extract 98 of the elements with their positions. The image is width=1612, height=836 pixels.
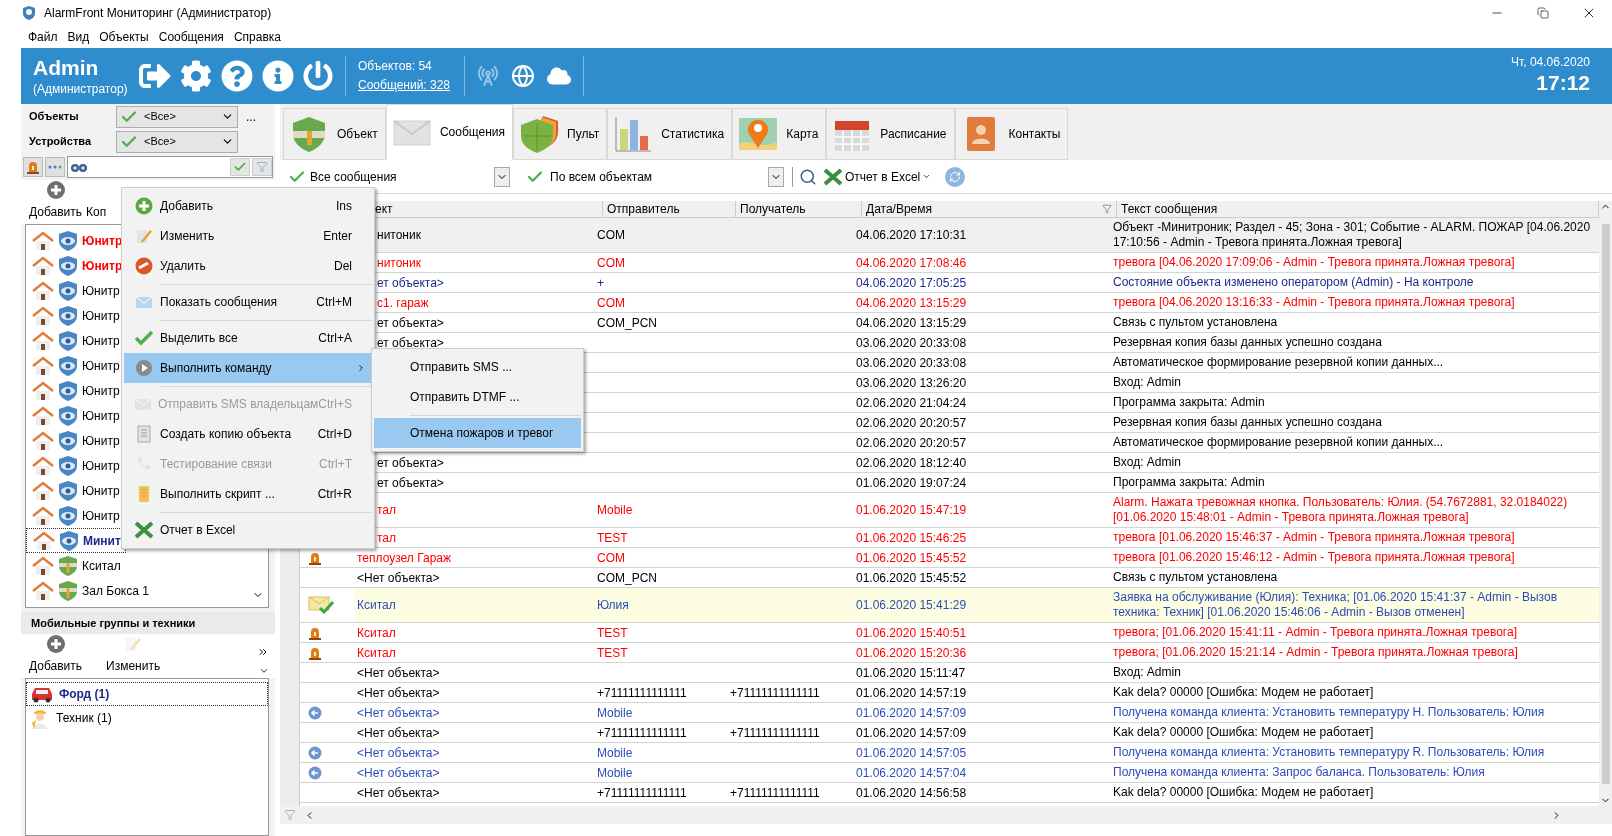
- object-cell-text: <Нет объекта>: [357, 684, 440, 702]
- object-cell-text: <Нет объекта>: [357, 744, 440, 762]
- menu-item[interactable]: Выделить все Ctrl+A: [124, 323, 372, 353]
- object-cell-text: <Нет объекта>: [357, 664, 440, 682]
- object-cell-text: ет объекта>: [377, 274, 444, 292]
- menu-item[interactable]: Создать копию объекта Ctrl+D: [124, 419, 372, 449]
- object-item[interactable]: Юнитр: [26, 378, 124, 403]
- message-cell: Автоматическое формирование резервной копии данных...: [1107, 433, 1599, 453]
- sender-cell: Юлия: [593, 588, 726, 623]
- object-item[interactable]: Юнитр: [26, 353, 124, 378]
- object-item[interactable]: Юнитр: [26, 228, 127, 253]
- object-cell-text: <Нет объекта>: [357, 764, 440, 782]
- message-cell: Автоматическое формирование резервной копии данных...: [1107, 353, 1599, 373]
- mobile-item[interactable]: Техник (1): [26, 706, 268, 730]
- message-filter-dropdown[interactable]: Все сообщения: [288, 165, 510, 188]
- message-cell: Получена команда клиента: Запрос баланса. Пользователь: Юлия: [1107, 763, 1599, 783]
- copy-button[interactable]: Коп: [86, 203, 107, 221]
- message-cell: Kak dela? 00000 [Ошибка: Модем не работает]: [1107, 723, 1599, 743]
- sender-cell: COM: [593, 218, 726, 253]
- message-cell: Kak dela? 00000 [Ошибка: Модем не работает]: [1107, 683, 1599, 703]
- filter-label: Устройства: [28, 134, 93, 150]
- message-cell: Объект -Минитроник; Раздел - 45; Зона - 301; Событие - ALARM. ПОЖАР [04.06.2020 17:10:56 - Admin - Тревога принята.Ложная тревога]: [1107, 218, 1599, 253]
- edit-button[interactable]: Изменить: [106, 634, 161, 675]
- menu-item[interactable]: Файл: [24, 28, 62, 46]
- object-item[interactable]: Юнитр: [26, 253, 127, 278]
- menu-item[interactable]: Вид: [63, 28, 94, 46]
- menu-item[interactable]: Сообщения: [154, 28, 228, 46]
- datetime-cell: 04.06.2020 17:10:31: [852, 218, 1107, 253]
- filter-label: Объекты: [28, 109, 80, 125]
- object-item[interactable]: Юнитр: [26, 503, 124, 528]
- object-cell-text: тал: [377, 529, 397, 547]
- tab[interactable]: Объект: [283, 108, 386, 160]
- object-item[interactable]: Юнитр: [26, 428, 124, 453]
- excel-report-button[interactable]: Отчет в Excel: [823, 166, 932, 187]
- object-cell-text: ет объекта>: [377, 454, 444, 472]
- objects-count: Объектов: 54: [358, 58, 433, 75]
- menu-item[interactable]: Объекты: [95, 28, 153, 46]
- menu-item[interactable]: Отчет в Excel: [124, 515, 372, 545]
- object-cell-text: теплоузел Гараж: [357, 549, 452, 567]
- menu-item[interactable]: Изменить Enter: [124, 221, 372, 251]
- tab[interactable]: Статистика: [607, 108, 733, 160]
- object-item[interactable]: Юнитр: [26, 278, 124, 303]
- menu-item[interactable]: Показать сообщения Ctrl+M: [124, 287, 372, 317]
- user-role: (Администратор): [33, 81, 129, 97]
- object-item[interactable]: Юнитр: [26, 303, 124, 328]
- object-cell-text: <Нет объекта>: [357, 569, 440, 587]
- menu-item[interactable]: Выполнить команду: [124, 353, 372, 383]
- menu-item[interactable]: Отправить DTMF ...: [374, 382, 581, 412]
- object-cell-text: <Нет объекта>: [357, 784, 440, 802]
- more-button[interactable]: ...: [246, 107, 256, 126]
- window-title: AlarmFront Мониторинг (Администратор): [44, 5, 272, 22]
- header-time: 17:12: [1536, 70, 1590, 97]
- object-item[interactable]: Юнитр: [26, 478, 124, 503]
- object-item[interactable]: Юнитр: [26, 403, 124, 428]
- tab[interactable]: Расписание: [826, 108, 955, 160]
- object-cell-text: <Нет объекта>: [357, 704, 440, 722]
- message-cell: Состояние объекта изменено оператором (Admin) - На контроле: [1107, 273, 1599, 293]
- header-date: Чт, 04.06.2020: [1511, 55, 1590, 71]
- section-title: Мобильные группы и техники: [31, 615, 196, 631]
- object-filter-dropdown[interactable]: По всем объектам: [526, 165, 784, 188]
- object-cell-text: нитоник: [377, 254, 421, 272]
- add-button[interactable]: Добавить: [29, 180, 83, 221]
- menu-item[interactable]: Отправить SMS ...: [374, 352, 581, 382]
- menu-item[interactable]: Справка: [229, 28, 285, 46]
- object-cell-text: <Нет объекта>: [357, 724, 440, 742]
- message-cell: Заявка на обслуживание (Юлия): Техника; [01.06.2020 15:41:37 - Admin - Вызов техника: Техник] [01.06.2020 15:46:06 - Admin - Вызов отменен]: [1107, 588, 1599, 623]
- tab[interactable]: Сообщения: [385, 104, 513, 160]
- message-cell: Kak dela? 00000 [Ошибка: Модем не работает]: [1107, 783, 1599, 803]
- filter-dropdown[interactable]: <Все>: [116, 130, 238, 153]
- column-header[interactable]: ект: [375, 200, 393, 218]
- object-cell-text: ет объекта>: [377, 334, 444, 352]
- object-cell-text: ет объекта>: [377, 314, 444, 332]
- menu-item[interactable]: Добавить Ins: [124, 191, 372, 221]
- object-cell-text: Кситал: [357, 624, 396, 642]
- user-name: Admin: [33, 55, 100, 82]
- object-cell-text: ет объекта>: [377, 474, 444, 492]
- object-item[interactable]: Юнитр: [26, 328, 124, 353]
- object-item[interactable]: Зал Бокса 1: [26, 578, 153, 603]
- mobile-item[interactable]: Форд (1): [26, 682, 268, 706]
- datetime-cell: 01.06.2020 15:41:29: [852, 588, 1107, 623]
- object-item[interactable]: Юнитр: [26, 453, 124, 478]
- object-cell-text: с1. гараж: [377, 294, 429, 312]
- filter-dropdown[interactable]: <Все>: [116, 105, 238, 128]
- object-cell-text: тал: [377, 502, 397, 519]
- object-cell-text: Кситал: [357, 597, 396, 614]
- object-item[interactable]: Кситал: [26, 553, 125, 578]
- tab[interactable]: Карта: [732, 108, 827, 160]
- menu-item[interactable]: Выполнить скрипт ... Ctrl+R: [124, 479, 372, 509]
- menu-item[interactable]: Отмена пожаров и тревог: [374, 418, 581, 448]
- add-button[interactable]: Добавить: [29, 634, 83, 675]
- object-cell-text: Кситал: [357, 644, 396, 662]
- tab[interactable]: Пульт: [513, 108, 608, 160]
- object-cell-text: нитоник: [377, 227, 421, 244]
- menu-item[interactable]: Удалить Del: [124, 251, 372, 281]
- messages-link[interactable]: Сообщений: 328: [358, 76, 464, 95]
- tab[interactable]: Контакты: [954, 108, 1069, 160]
- message-cell: Резервная копия базы данных успешно создана: [1107, 333, 1599, 353]
- message-cell: Резервная копия базы данных успешно создана: [1107, 413, 1599, 433]
